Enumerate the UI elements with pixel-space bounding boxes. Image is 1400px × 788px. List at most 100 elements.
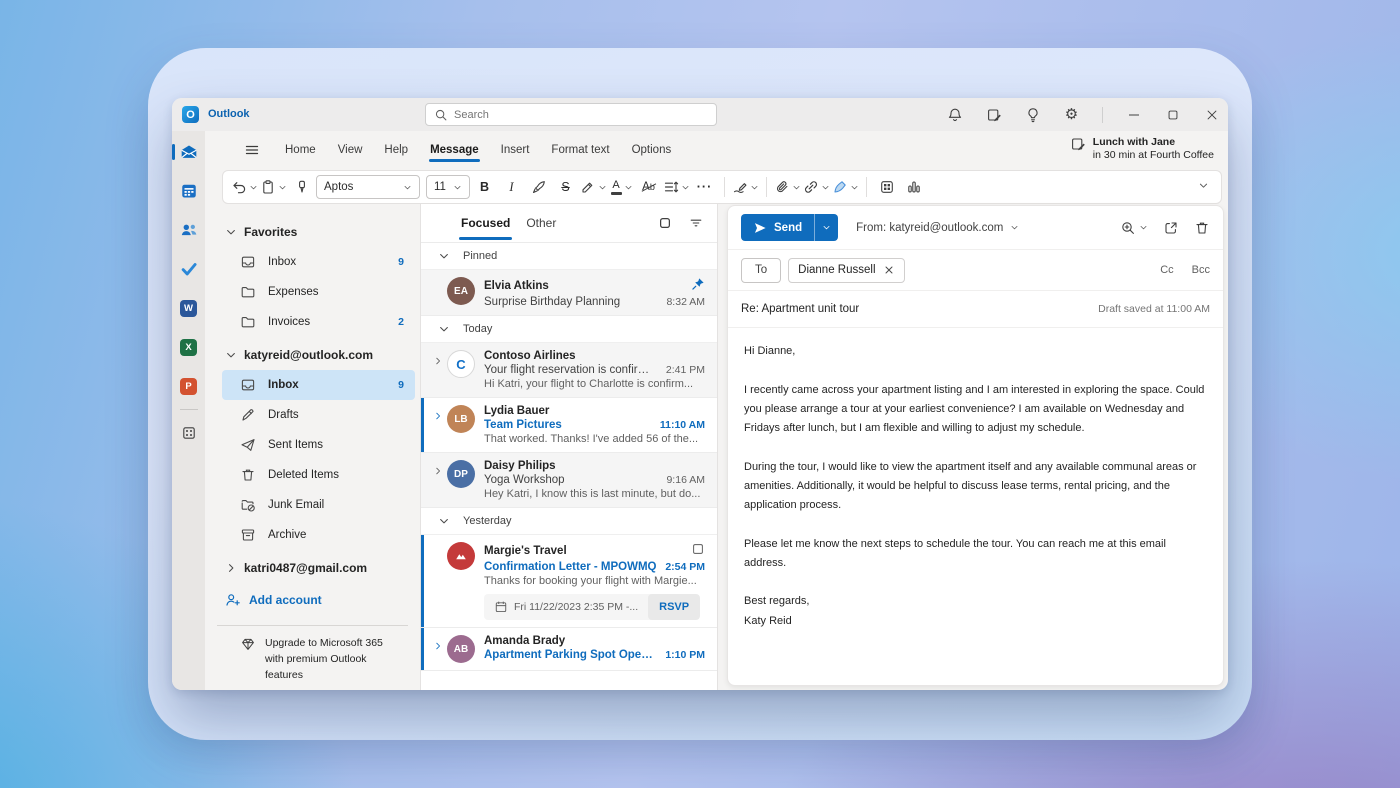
signature-button[interactable] [732, 174, 759, 200]
chevron-right-icon [225, 562, 237, 574]
compose-pane: Send From: katyreid@outlook.com [727, 205, 1224, 686]
rail-calendar-button[interactable] [179, 181, 199, 201]
folder-junk-email[interactable]: Junk Email [222, 490, 415, 520]
bold-button[interactable]: B [472, 174, 497, 200]
rail-mail-button[interactable] [179, 142, 199, 162]
folder-inbox[interactable]: Inbox 9 [222, 370, 415, 400]
folder-expenses[interactable]: Expenses [222, 277, 415, 307]
maximize-button[interactable] [1164, 106, 1181, 123]
rsvp-button[interactable]: RSVP [648, 594, 700, 620]
tab-options[interactable]: Options [621, 138, 683, 162]
italic-button[interactable]: I [499, 174, 524, 200]
from-selector[interactable]: From: katyreid@outlook.com [856, 222, 1019, 234]
expand-chevron-icon[interactable] [433, 411, 443, 421]
message-row-elvia-atkins[interactable]: EA Elvia Atkins Surprise Birthday Planni… [421, 270, 717, 316]
send-button[interactable]: Send [741, 214, 814, 241]
folder-archive[interactable]: Archive [222, 520, 415, 550]
filter-icon[interactable] [689, 216, 703, 230]
rail-people-button[interactable] [179, 220, 199, 240]
app-title: Outlook [208, 108, 250, 120]
chevron-down-icon [438, 250, 450, 262]
recipients-row: To Dianne Russell Cc Bcc [728, 250, 1223, 291]
discard-draft-button[interactable] [1194, 220, 1210, 236]
folder-deleted-items[interactable]: Deleted Items [222, 460, 415, 490]
ribbon-expand-button[interactable] [1198, 180, 1209, 194]
message-row-amanda-brady[interactable]: AB Amanda Brady Apartment Parking Spot O… [421, 628, 717, 671]
attach-file-button[interactable] [774, 174, 801, 200]
notes-button[interactable] [985, 106, 1002, 123]
folder-drafts[interactable]: Drafts [222, 400, 415, 430]
minimize-button[interactable] [1125, 106, 1142, 123]
select-checkbox[interactable] [691, 542, 705, 559]
folder-invoices[interactable]: Invoices 2 [222, 307, 415, 337]
rail-excel-button[interactable]: X [179, 337, 199, 357]
line-spacing-button[interactable] [663, 174, 690, 200]
strikethrough-button[interactable]: S [553, 174, 578, 200]
tab-view[interactable]: View [327, 138, 374, 162]
zoom-button[interactable] [1120, 220, 1148, 236]
group-header-yesterday[interactable]: Yesterday [421, 508, 717, 535]
clear-brush-button[interactable] [526, 174, 551, 200]
close-button[interactable] [1203, 106, 1220, 123]
apps-button[interactable] [874, 174, 899, 200]
message-row-daisy-philips[interactable]: DP Daisy Philips Yoga Workshop 9:16 AM H… [421, 453, 717, 508]
message-body-editor[interactable]: Hi Dianne, I recently came across your a… [728, 328, 1223, 645]
highlight-color-button[interactable] [580, 174, 607, 200]
cc-button[interactable]: Cc [1160, 264, 1173, 276]
to-button[interactable]: To [741, 258, 781, 283]
open-in-new-window-button[interactable] [1163, 220, 1179, 236]
rail-word-button[interactable]: W [179, 298, 199, 318]
tips-button[interactable] [1024, 106, 1041, 123]
expand-chevron-icon[interactable] [433, 356, 443, 366]
message-row-margies-travel[interactable]: Margie's Travel Confirmation Letter - MP… [421, 535, 717, 628]
draw-ink-button[interactable] [832, 174, 859, 200]
send-options-button[interactable] [814, 214, 838, 241]
tab-insert[interactable]: Insert [490, 138, 541, 162]
rail-more-apps-button[interactable] [179, 423, 199, 443]
account-gmail-header[interactable]: katri0487@gmail.com [205, 553, 420, 583]
font-size-select[interactable]: 11 [426, 175, 470, 199]
group-header-today[interactable]: Today [421, 316, 717, 343]
tab-format-text[interactable]: Format text [540, 138, 620, 162]
meeting-reminder[interactable]: Lunch with Jane in 30 min at Fourth Coff… [1070, 136, 1214, 161]
message-row-contoso-airlines[interactable]: C Contoso Airlines Your flight reservati… [421, 343, 717, 398]
tab-other[interactable]: Other [518, 206, 564, 240]
folder-favorites-inbox[interactable]: Inbox 9 [222, 247, 415, 277]
tab-help[interactable]: Help [373, 138, 419, 162]
insert-chart-button[interactable] [901, 174, 926, 200]
undo-button[interactable] [231, 174, 258, 200]
group-header-pinned[interactable]: Pinned [421, 243, 717, 270]
recipient-chip[interactable]: Dianne Russell [788, 258, 904, 283]
font-color-button[interactable]: A [609, 174, 634, 200]
hamburger-menu-button[interactable] [240, 138, 264, 162]
settings-button[interactable]: ⚙ [1063, 106, 1080, 123]
pin-icon[interactable] [691, 277, 705, 294]
clear-formatting-button[interactable]: Ab [636, 174, 661, 200]
bcc-button[interactable]: Bcc [1192, 264, 1210, 276]
insert-link-button[interactable] [803, 174, 830, 200]
remove-recipient-icon[interactable] [883, 264, 895, 276]
message-row-lydia-bauer[interactable]: LB Lydia Bauer Team Pictures 11:10 AM Th… [421, 398, 717, 453]
folder-sent-items[interactable]: Sent Items [222, 430, 415, 460]
more-formatting-button[interactable]: ··· [692, 174, 717, 200]
subject-field[interactable]: Re: Apartment unit tour [741, 303, 859, 315]
rail-powerpoint-button[interactable]: P [179, 376, 199, 396]
select-all-icon[interactable] [658, 216, 672, 230]
unread-count-badge: 9 [398, 256, 404, 268]
font-name-select[interactable]: Aptos [316, 175, 420, 199]
favorites-section-header[interactable]: Favorites [205, 217, 420, 247]
tab-home[interactable]: Home [274, 138, 327, 162]
add-account-button[interactable]: Add account [205, 583, 420, 617]
expand-chevron-icon[interactable] [433, 466, 443, 476]
upgrade-promo[interactable]: Upgrade to Microsoft 365 with premium Ou… [205, 636, 420, 683]
search-input[interactable] [454, 109, 708, 121]
tab-focused[interactable]: Focused [453, 206, 518, 240]
account-outlook-header[interactable]: katyreid@outlook.com [205, 340, 420, 370]
search-box[interactable] [425, 103, 717, 126]
expand-chevron-icon[interactable] [433, 641, 443, 651]
notifications-button[interactable] [946, 106, 963, 123]
rail-todo-button[interactable] [179, 259, 199, 279]
paste-button[interactable] [260, 174, 287, 200]
tab-message[interactable]: Message [419, 138, 490, 162]
format-painter-button[interactable] [289, 174, 314, 200]
